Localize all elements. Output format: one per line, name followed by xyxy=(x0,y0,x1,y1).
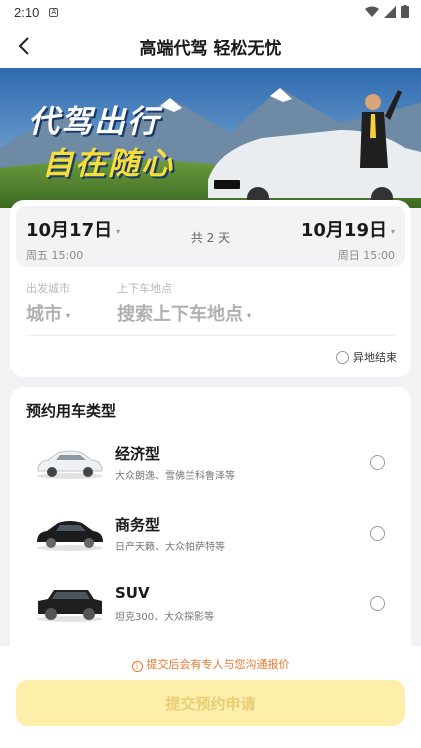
notice-text: 提交后会有专人与您沟通报价 xyxy=(146,658,290,671)
business-desc: 日产天籁、大众帕萨特等 xyxy=(115,542,225,553)
vehicle-option-economy[interactable]: 经济型 大众朗逸、雪佛兰科鲁泽等 xyxy=(10,435,411,495)
submit-button[interactable]: 提交预约申请 xyxy=(16,680,405,726)
end-time: 周日 15:00 xyxy=(337,249,395,262)
nav-bar: 高端代驾 轻松无忧 xyxy=(0,24,421,68)
vehicle-option-business[interactable]: 商务型 日产天籁、大众帕萨特等 xyxy=(10,506,411,566)
promo-banner: 代驾出行 自在随心 xyxy=(0,68,421,208)
battery-icon xyxy=(401,5,409,18)
vehicle-type-card: 预约用车类型 经济型 大众朗逸、雪佛兰科鲁泽等 商务型 日产天籁、大众帕萨特等 xyxy=(10,387,411,687)
city-selector[interactable]: 出发城市 城市 ▾ xyxy=(26,280,70,326)
location-caret-icon: ▾ xyxy=(247,310,252,320)
pickup-location-search[interactable]: 上下车地点 搜索上下车地点 ▾ xyxy=(117,280,251,326)
notification-icon: A xyxy=(49,7,59,17)
oneway-radio[interactable] xyxy=(336,350,349,364)
location-placeholder: 搜索上下车地点 xyxy=(117,304,243,325)
status-time: 2:10 xyxy=(14,4,40,20)
location-label: 上下车地点 xyxy=(117,282,172,295)
suv-name: SUV xyxy=(115,584,150,602)
business-name: 商务型 xyxy=(115,516,161,534)
end-date-caret-icon: ▾ xyxy=(390,226,395,236)
suv-desc: 坦克300、大众探影等 xyxy=(115,612,215,623)
end-date-picker[interactable]: 10月19日 ▾ 周日 15:00 xyxy=(301,216,395,263)
page-title: 高端代驾 轻松无忧 xyxy=(139,38,282,59)
date-range-selector: 10月17日 ▾ 周五 15:00 共 2 天 10月19日 ▾ 周日 15:00 xyxy=(16,206,405,267)
vehicle-section-title: 预约用车类型 xyxy=(26,402,117,420)
booking-card: 10月17日 ▾ 周五 15:00 共 2 天 10月19日 ▾ 周日 15:00 … xyxy=(10,200,411,377)
status-bar: 2:10 A xyxy=(0,0,421,24)
info-icon: i xyxy=(131,661,143,672)
signal-icon xyxy=(384,5,396,18)
wifi-icon xyxy=(365,6,379,17)
divider xyxy=(26,335,395,336)
business-car-image xyxy=(37,521,103,551)
business-radio[interactable] xyxy=(370,526,385,541)
suv-car-image xyxy=(37,590,103,622)
banner-slogan-1: 代驾出行 xyxy=(28,104,160,140)
footer: i 提交后会有专人与您沟通报价 提交预约申请 xyxy=(0,646,421,748)
banner-slogan-2: 自在随心 xyxy=(42,146,174,182)
economy-car-image xyxy=(37,450,103,479)
back-arrow-icon xyxy=(18,37,29,55)
start-time: 周五 15:00 xyxy=(26,249,84,262)
economy-radio[interactable] xyxy=(370,455,385,470)
vehicle-option-suv[interactable]: SUV 坦克300、大众探影等 xyxy=(10,576,411,636)
economy-name: 经济型 xyxy=(115,445,161,463)
back-button[interactable] xyxy=(10,32,38,60)
suv-radio[interactable] xyxy=(370,596,385,611)
oneway-toggle[interactable]: 异地结束 xyxy=(336,349,397,365)
notice: i 提交后会有专人与您沟通报价 xyxy=(0,656,421,672)
city-value: 城市 xyxy=(26,304,62,325)
city-label: 出发城市 xyxy=(26,282,70,295)
economy-desc: 大众朗逸、雪佛兰科鲁泽等 xyxy=(115,471,235,482)
end-date: 10月19日 xyxy=(300,220,387,241)
city-caret-icon: ▾ xyxy=(66,310,71,320)
oneway-label: 异地结束 xyxy=(353,351,397,364)
